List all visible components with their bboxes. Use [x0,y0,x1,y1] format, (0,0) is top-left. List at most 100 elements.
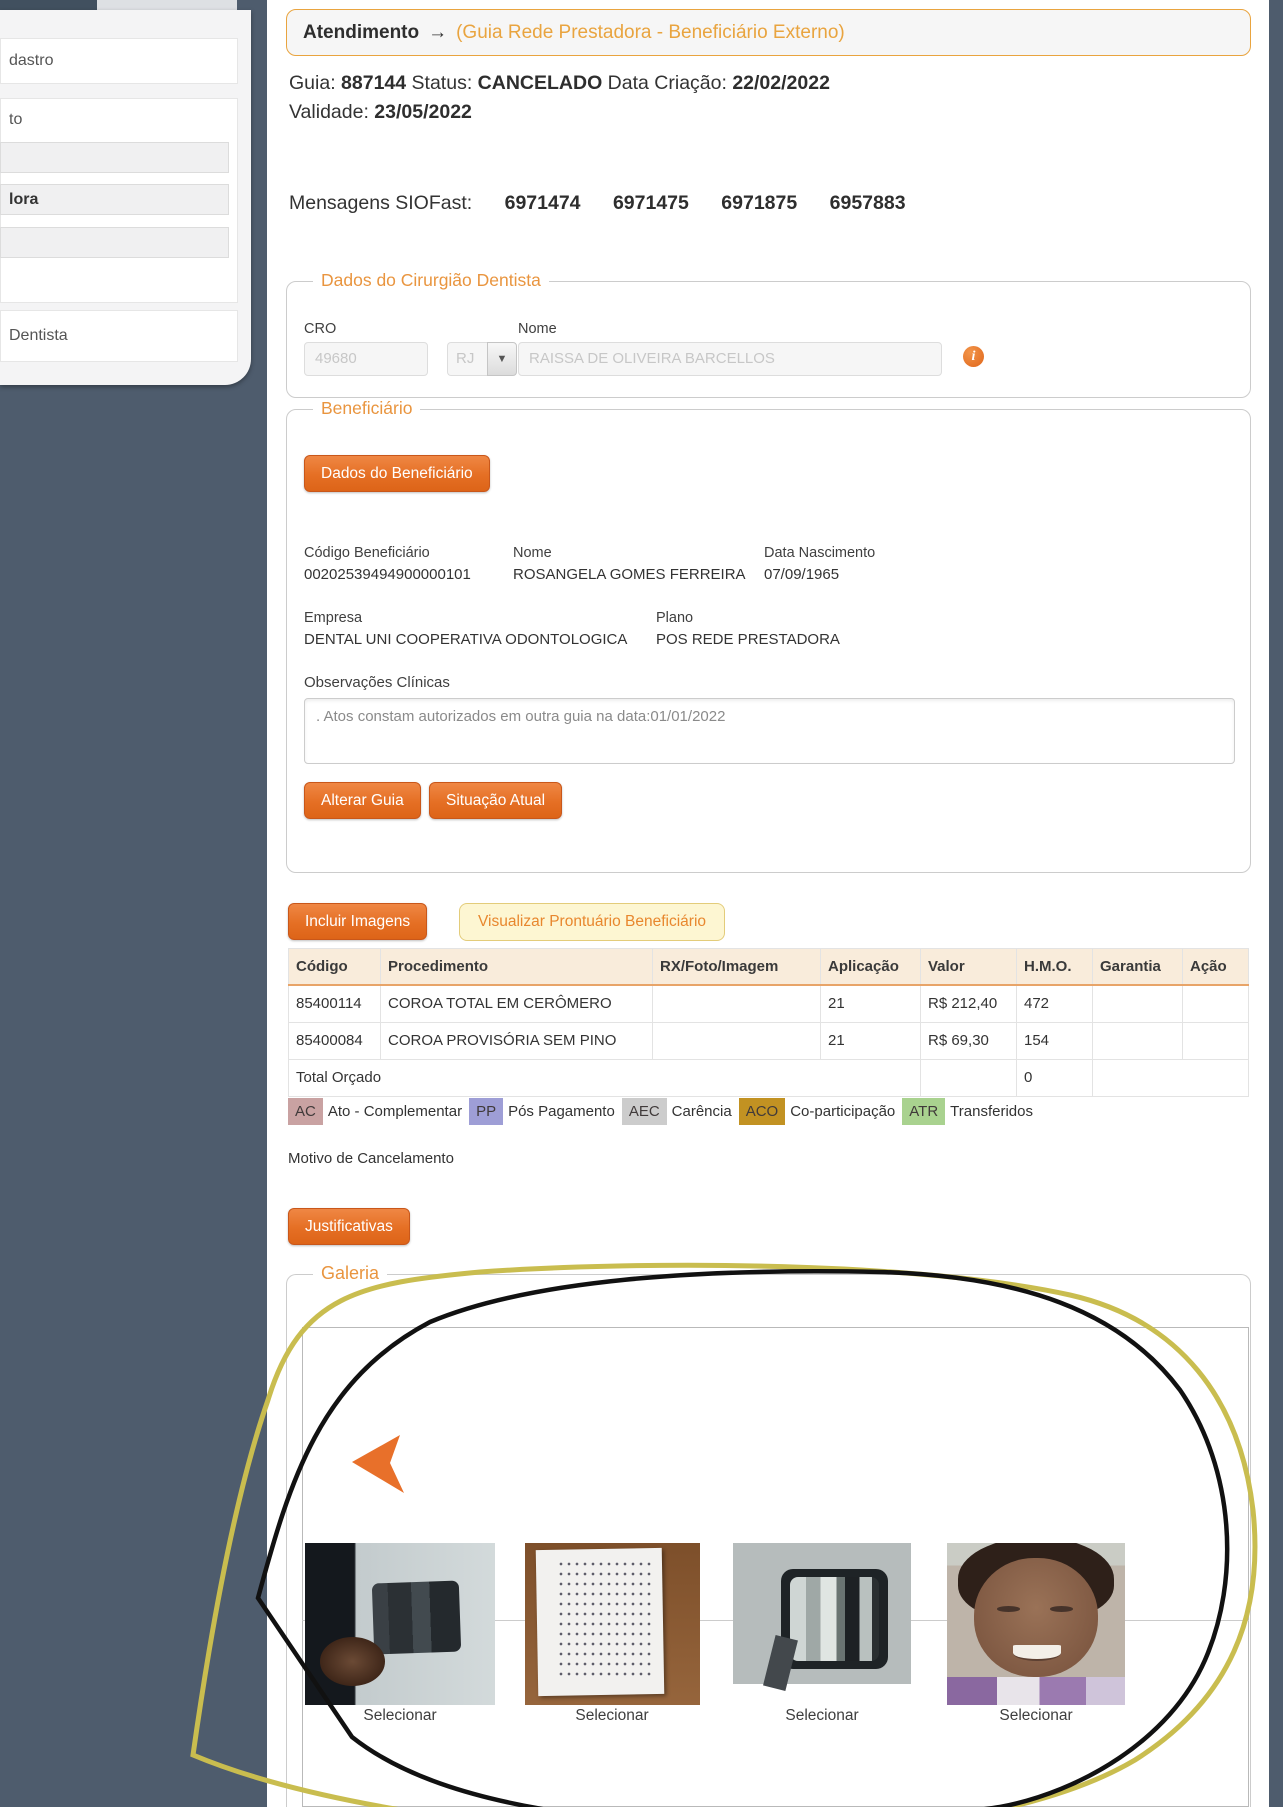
guia-label: Guia: [289,72,336,94]
plano-value: POS REDE PRESTADORA [656,631,840,648]
cell-acao [1182,984,1249,1023]
sidebar-item-dentista[interactable]: Dentista [0,310,238,362]
badge-pp-label: Pós Pagamento [508,1103,615,1120]
sidebar-field-prestadora[interactable]: lora [0,184,229,215]
badge-aec-label: Carência [671,1103,732,1120]
selecionar-link[interactable]: Selecionar [966,1707,1106,1725]
mensagem-id: 6971875 [721,192,798,214]
nome-beneficiario-label: Nome [513,545,552,561]
page-title: Atendimento [303,21,420,43]
cell-hmo: 154 [1016,1021,1093,1060]
badge-pp: PP [469,1098,504,1125]
xray-film [372,1580,462,1655]
col-valor: Valor [920,948,1017,986]
col-aplicacao: Aplicação [820,948,921,986]
cell-aplicacao: 21 [820,984,921,1023]
selecionar-link[interactable]: Selecionar [542,1707,682,1725]
validade-label: Validade: [289,101,369,123]
eye [1050,1606,1074,1612]
empresa-value: DENTAL UNI COOPERATIVA ODONTOLOGICA [304,631,628,648]
col-procedimento: Procedimento [380,948,653,986]
table-total-row: Total Orçado 0 [288,1058,1249,1097]
sidebar-field-empty-2[interactable] [0,227,229,258]
total-orcado-label: Total Orçado [288,1058,921,1097]
badge-ac: AC [288,1098,323,1125]
cell-codigo: 85400114 [288,984,381,1023]
uf-select[interactable]: RJ ▼ [447,342,517,376]
total-empty [1092,1058,1249,1097]
empresa-label: Empresa [304,610,363,626]
thumbnail-handwritten-document[interactable] [525,1543,700,1705]
col-acao: Ação [1182,948,1249,986]
alterar-guia-button[interactable]: Alterar Guia [304,782,421,819]
guia-number: 887144 [341,72,407,94]
cell-garantia [1092,984,1183,1023]
cell-hmo: 472 [1016,984,1093,1023]
cell-rx [652,1021,821,1060]
cell-procedimento: COROA TOTAL EM CERÔMERO [380,984,653,1023]
thumbnail-patient-photo[interactable] [947,1543,1125,1705]
badge-aco-label: Co-participação [790,1103,896,1120]
col-garantia: Garantia [1092,948,1183,986]
xray-film [781,1568,888,1670]
badge-aco: ACO [738,1098,786,1125]
criacao-label: Data Criação: [607,72,727,94]
codigo-beneficiario-label: Código Beneficiário [304,545,430,561]
status-value: CANCELADO [477,72,603,94]
eye [996,1606,1020,1612]
sidebar-item-cadastro[interactable]: dastro [0,38,238,84]
page: dastro to lora Dentista Atendimento → (G… [0,0,1283,1807]
mensagens-siofast: Mensagens SIOFast: 6971474 6971475 69718… [289,192,906,215]
sidebar-section-atendimento: to lora [0,98,238,303]
clothing [947,1677,1125,1705]
fieldset-galeria-legend: Galeria [313,1263,388,1284]
sidebar-item-label: Dentista [9,327,68,344]
col-codigo: Código [288,948,381,986]
validade-value: 23/05/2022 [374,101,472,123]
cell-codigo: 85400084 [288,1021,381,1060]
observacoes-label: Observações Clínicas [304,674,450,691]
cell-valor: R$ 212,40 [920,984,1017,1023]
right-edge-strip [1269,0,1283,1807]
sidebar-item-atendimento[interactable]: to [9,111,22,129]
table-row: 85400114 COROA TOTAL EM CERÔMERO 21 R$ 2… [288,984,1249,1023]
observacoes-textarea[interactable]: . Atos constam autorizados em outra guia… [304,698,1235,764]
gallery-prev-arrow-icon[interactable] [350,1433,406,1495]
sidebar-field-empty-1[interactable] [0,142,229,173]
mensagem-id: 6971475 [612,192,689,214]
chevron-down-icon[interactable]: ▼ [487,342,517,376]
sidebar-item-label: dastro [9,52,54,69]
plano-label: Plano [656,610,694,626]
thumbnail-xray-film-photo[interactable] [305,1543,495,1705]
status-label: Status: [411,72,473,94]
page-subtitle: (Guia Rede Prestadora - Beneficiário Ext… [456,21,845,43]
nascimento-value: 07/09/1965 [764,566,840,583]
situacao-atual-button[interactable]: Situação Atual [429,782,563,819]
sidebar-panel: dastro to lora Dentista [0,10,251,385]
visualizar-prontuario-button[interactable]: Visualizar Prontuário Beneficiário [459,903,726,941]
fieldset-dentista-legend: Dados do Cirurgião Dentista [313,270,549,291]
nome-dentista-input[interactable]: RAISSA DE OLIVEIRA BARCELLOS [518,342,942,376]
cro-input[interactable]: 49680 [304,342,428,376]
thumbnail-dental-xray[interactable] [733,1543,911,1705]
selecionar-link[interactable]: Selecionar [330,1707,470,1725]
cell-valor: R$ 69,30 [920,1021,1017,1060]
film-clip [762,1634,798,1691]
cell-rx [652,984,821,1023]
incluir-imagens-button[interactable]: Incluir Imagens [288,903,428,940]
teeth-image [789,1576,880,1662]
mensagem-id: 6957883 [829,192,906,214]
selecionar-link[interactable]: Selecionar [752,1707,892,1725]
table-row: 85400084 COROA PROVISÓRIA SEM PINO 21 R$… [288,1021,1249,1060]
info-icon[interactable]: i [963,346,984,367]
badge-atr-label: Transferidos [950,1103,1033,1120]
nascimento-label: Data Nascimento [764,545,876,561]
fieldset-dentista: Dados do Cirurgião Dentista CRO 49680 RJ… [286,270,1251,398]
nome-dentista-label: Nome [518,321,557,337]
dados-beneficiario-button[interactable]: Dados do Beneficiário [304,455,490,492]
justificativas-button[interactable]: Justificativas [288,1208,410,1245]
arrow-icon: → [428,21,448,43]
handwriting-texture [556,1559,653,1683]
fieldset-beneficiario: Beneficiário Dados do Beneficiário Códig… [286,398,1251,873]
total-hmo: 0 [1016,1058,1093,1097]
